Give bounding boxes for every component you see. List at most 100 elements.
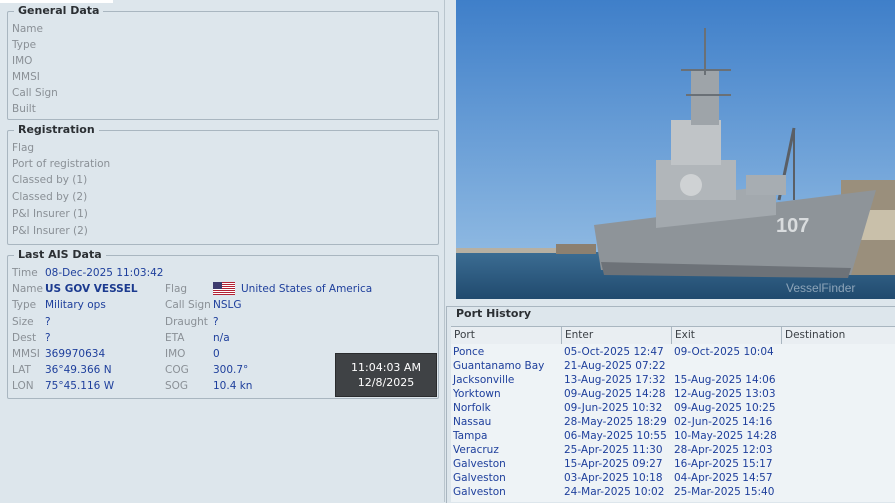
general-field-callsign: Call Sign bbox=[12, 87, 58, 99]
ais-dest-label: Dest bbox=[12, 332, 37, 344]
enter-cell: 06-May-2025 10:55 bbox=[564, 430, 667, 442]
exit-cell: 16-Apr-2025 15:17 bbox=[674, 458, 773, 470]
exit-cell: 04-Apr-2025 14:57 bbox=[674, 472, 773, 484]
exit-cell: 25-Mar-2025 15:40 bbox=[674, 486, 775, 498]
ais-lat-label: LAT bbox=[12, 364, 31, 376]
ais-size-label: Size bbox=[12, 316, 34, 328]
registration-title: Registration bbox=[14, 123, 99, 136]
general-data-panel: General Data Name Type IMO MMSI Call Sig… bbox=[7, 4, 439, 120]
port-cell: Galveston bbox=[453, 486, 506, 498]
ais-flag-label: Flag bbox=[165, 283, 188, 295]
table-row[interactable]: Guantanamo Bay 21-Aug-2025 07:22 bbox=[451, 360, 895, 374]
col-divider[interactable] bbox=[671, 327, 672, 344]
registration-field-port: Port of registration bbox=[12, 158, 111, 170]
ais-lon-label: LON bbox=[12, 380, 34, 392]
port-cell: Galveston bbox=[453, 472, 506, 484]
ais-callsign-label: Call Sign bbox=[165, 299, 211, 311]
table-row[interactable]: Galveston 24-Mar-2025 10:02 25-Mar-2025 15… bbox=[451, 486, 895, 500]
registration-field-flag: Flag bbox=[12, 142, 35, 154]
col-exit-header[interactable]: Exit bbox=[675, 329, 695, 341]
col-divider[interactable] bbox=[561, 327, 562, 344]
ais-name-label: Name bbox=[12, 283, 43, 295]
vessel-photo[interactable]: 107 VesselFinder bbox=[456, 0, 895, 299]
ais-mmsi-value: 369970634 bbox=[45, 348, 106, 360]
table-row[interactable]: Yorktown 09-Aug-2025 14:28 12-Aug-2025 13:… bbox=[451, 388, 895, 402]
enter-cell: 13-Aug-2025 17:32 bbox=[564, 374, 666, 386]
ais-eta-label: ETA bbox=[165, 332, 185, 344]
general-field-mmsi: MMSI bbox=[12, 71, 40, 83]
ais-sog-value: 10.4 kn bbox=[213, 380, 253, 392]
registration-field-insurer1: P&I Insurer (1) bbox=[12, 208, 88, 220]
ais-callsign-value: NSLG bbox=[213, 299, 242, 311]
col-enter-header[interactable]: Enter bbox=[565, 329, 593, 341]
col-divider[interactable] bbox=[781, 327, 782, 344]
port-cell: Nassau bbox=[453, 416, 492, 428]
ais-type-value: Military ops bbox=[45, 299, 106, 311]
table-row[interactable]: Jacksonville 13-Aug-2025 17:32 15-Aug-2025… bbox=[451, 374, 895, 388]
ais-draught-value: ? bbox=[213, 316, 219, 328]
port-cell: Tampa bbox=[453, 430, 488, 442]
port-cell: Galveston bbox=[453, 458, 506, 470]
ais-flag-value[interactable]: United States of America bbox=[241, 283, 372, 295]
general-data-title: General Data bbox=[14, 4, 104, 17]
enter-cell: 28-May-2025 18:29 bbox=[564, 416, 667, 428]
exit-cell: 15-Aug-2025 14:06 bbox=[674, 374, 776, 386]
port-cell: Jacksonville bbox=[453, 374, 515, 386]
ais-imo-label: IMO bbox=[165, 348, 186, 360]
col-destination-header[interactable]: Destination bbox=[785, 329, 845, 341]
ais-draught-label: Draught bbox=[165, 316, 208, 328]
col-port-header[interactable]: Port bbox=[454, 329, 475, 341]
port-cell: Yorktown bbox=[453, 388, 501, 400]
enter-cell: 15-Apr-2025 09:27 bbox=[564, 458, 663, 470]
table-row[interactable]: Galveston 03-Apr-2025 10:18 04-Apr-2025 14… bbox=[451, 472, 895, 486]
registration-field-classed1: Classed by (1) bbox=[12, 174, 88, 186]
ais-lat-value: 36°49.366 N bbox=[45, 364, 112, 376]
hull-number-text: 107 bbox=[776, 215, 809, 237]
ais-mmsi-label: MMSI bbox=[12, 348, 40, 360]
general-field-built: Built bbox=[12, 103, 36, 115]
history-table-header: Port Enter Exit Destination bbox=[451, 326, 895, 345]
clock-display: 11:04:03 AM 12/8/2025 bbox=[335, 353, 437, 397]
registration-field-insurer2: P&I Insurer (2) bbox=[12, 225, 88, 237]
ais-lon-value: 75°45.116 W bbox=[45, 380, 115, 392]
enter-cell: 21-Aug-2025 07:22 bbox=[564, 360, 666, 372]
ais-name-value: US GOV VESSEL bbox=[45, 283, 138, 295]
port-cell: Guantanamo Bay bbox=[453, 360, 545, 372]
ais-title: Last AIS Data bbox=[14, 248, 106, 261]
port-cell: Veracruz bbox=[453, 444, 499, 456]
clock-time: 11:04:03 AM bbox=[351, 361, 421, 374]
table-row[interactable]: Ponce 05-Oct-2025 12:47 09-Oct-2025 10:04 bbox=[451, 346, 895, 360]
table-row[interactable]: Veracruz 25-Apr-2025 11:30 28-Apr-2025 12:… bbox=[451, 444, 895, 458]
exit-cell: 12-Aug-2025 13:03 bbox=[674, 388, 776, 400]
enter-cell: 09-Aug-2025 14:28 bbox=[564, 388, 666, 400]
registration-panel: Registration Flag Port of registration C… bbox=[7, 123, 439, 245]
exit-cell: 10-May-2025 14:28 bbox=[674, 430, 777, 442]
table-row[interactable]: Nassau 28-May-2025 18:29 02-Jun-2025 14:16 bbox=[451, 416, 895, 430]
ais-time-value: 08-Dec-2025 11:03:42 bbox=[45, 267, 164, 279]
ais-cog-label: COG bbox=[165, 364, 189, 376]
panel-separator bbox=[444, 0, 445, 502]
top-edge bbox=[0, 0, 113, 3]
general-field-type: Type bbox=[12, 39, 37, 51]
ais-size-value: ? bbox=[45, 316, 51, 328]
port-cell: Norfolk bbox=[453, 402, 491, 414]
exit-cell: 09-Oct-2025 10:04 bbox=[674, 346, 774, 358]
port-history-title: Port History bbox=[454, 307, 534, 320]
ais-eta-value: n/a bbox=[213, 332, 230, 344]
ais-sog-label: SOG bbox=[165, 380, 189, 392]
us-flag-icon bbox=[213, 282, 235, 295]
ais-dest-value: ? bbox=[45, 332, 51, 344]
general-field-name: Name bbox=[12, 23, 43, 35]
exit-cell: 02-Jun-2025 14:16 bbox=[674, 416, 773, 428]
table-row[interactable]: Galveston 15-Apr-2025 09:27 16-Apr-2025 15… bbox=[451, 458, 895, 472]
port-cell: Ponce bbox=[453, 346, 485, 358]
history-table-body: Ponce 05-Oct-2025 12:47 09-Oct-2025 10:04 G… bbox=[451, 344, 895, 502]
enter-cell: 24-Mar-2025 10:02 bbox=[564, 486, 665, 498]
ais-cog-value: 300.7° bbox=[213, 364, 249, 376]
exit-cell: 09-Aug-2025 10:25 bbox=[674, 402, 776, 414]
table-row[interactable]: Norfolk 09-Jun-2025 10:32 09-Aug-2025 10:2… bbox=[451, 402, 895, 416]
table-row[interactable]: Tampa 06-May-2025 10:55 10-May-2025 14:28 bbox=[451, 430, 895, 444]
enter-cell: 05-Oct-2025 12:47 bbox=[564, 346, 664, 358]
watermark-text: VesselFinder bbox=[786, 281, 855, 295]
enter-cell: 09-Jun-2025 10:32 bbox=[564, 402, 663, 414]
